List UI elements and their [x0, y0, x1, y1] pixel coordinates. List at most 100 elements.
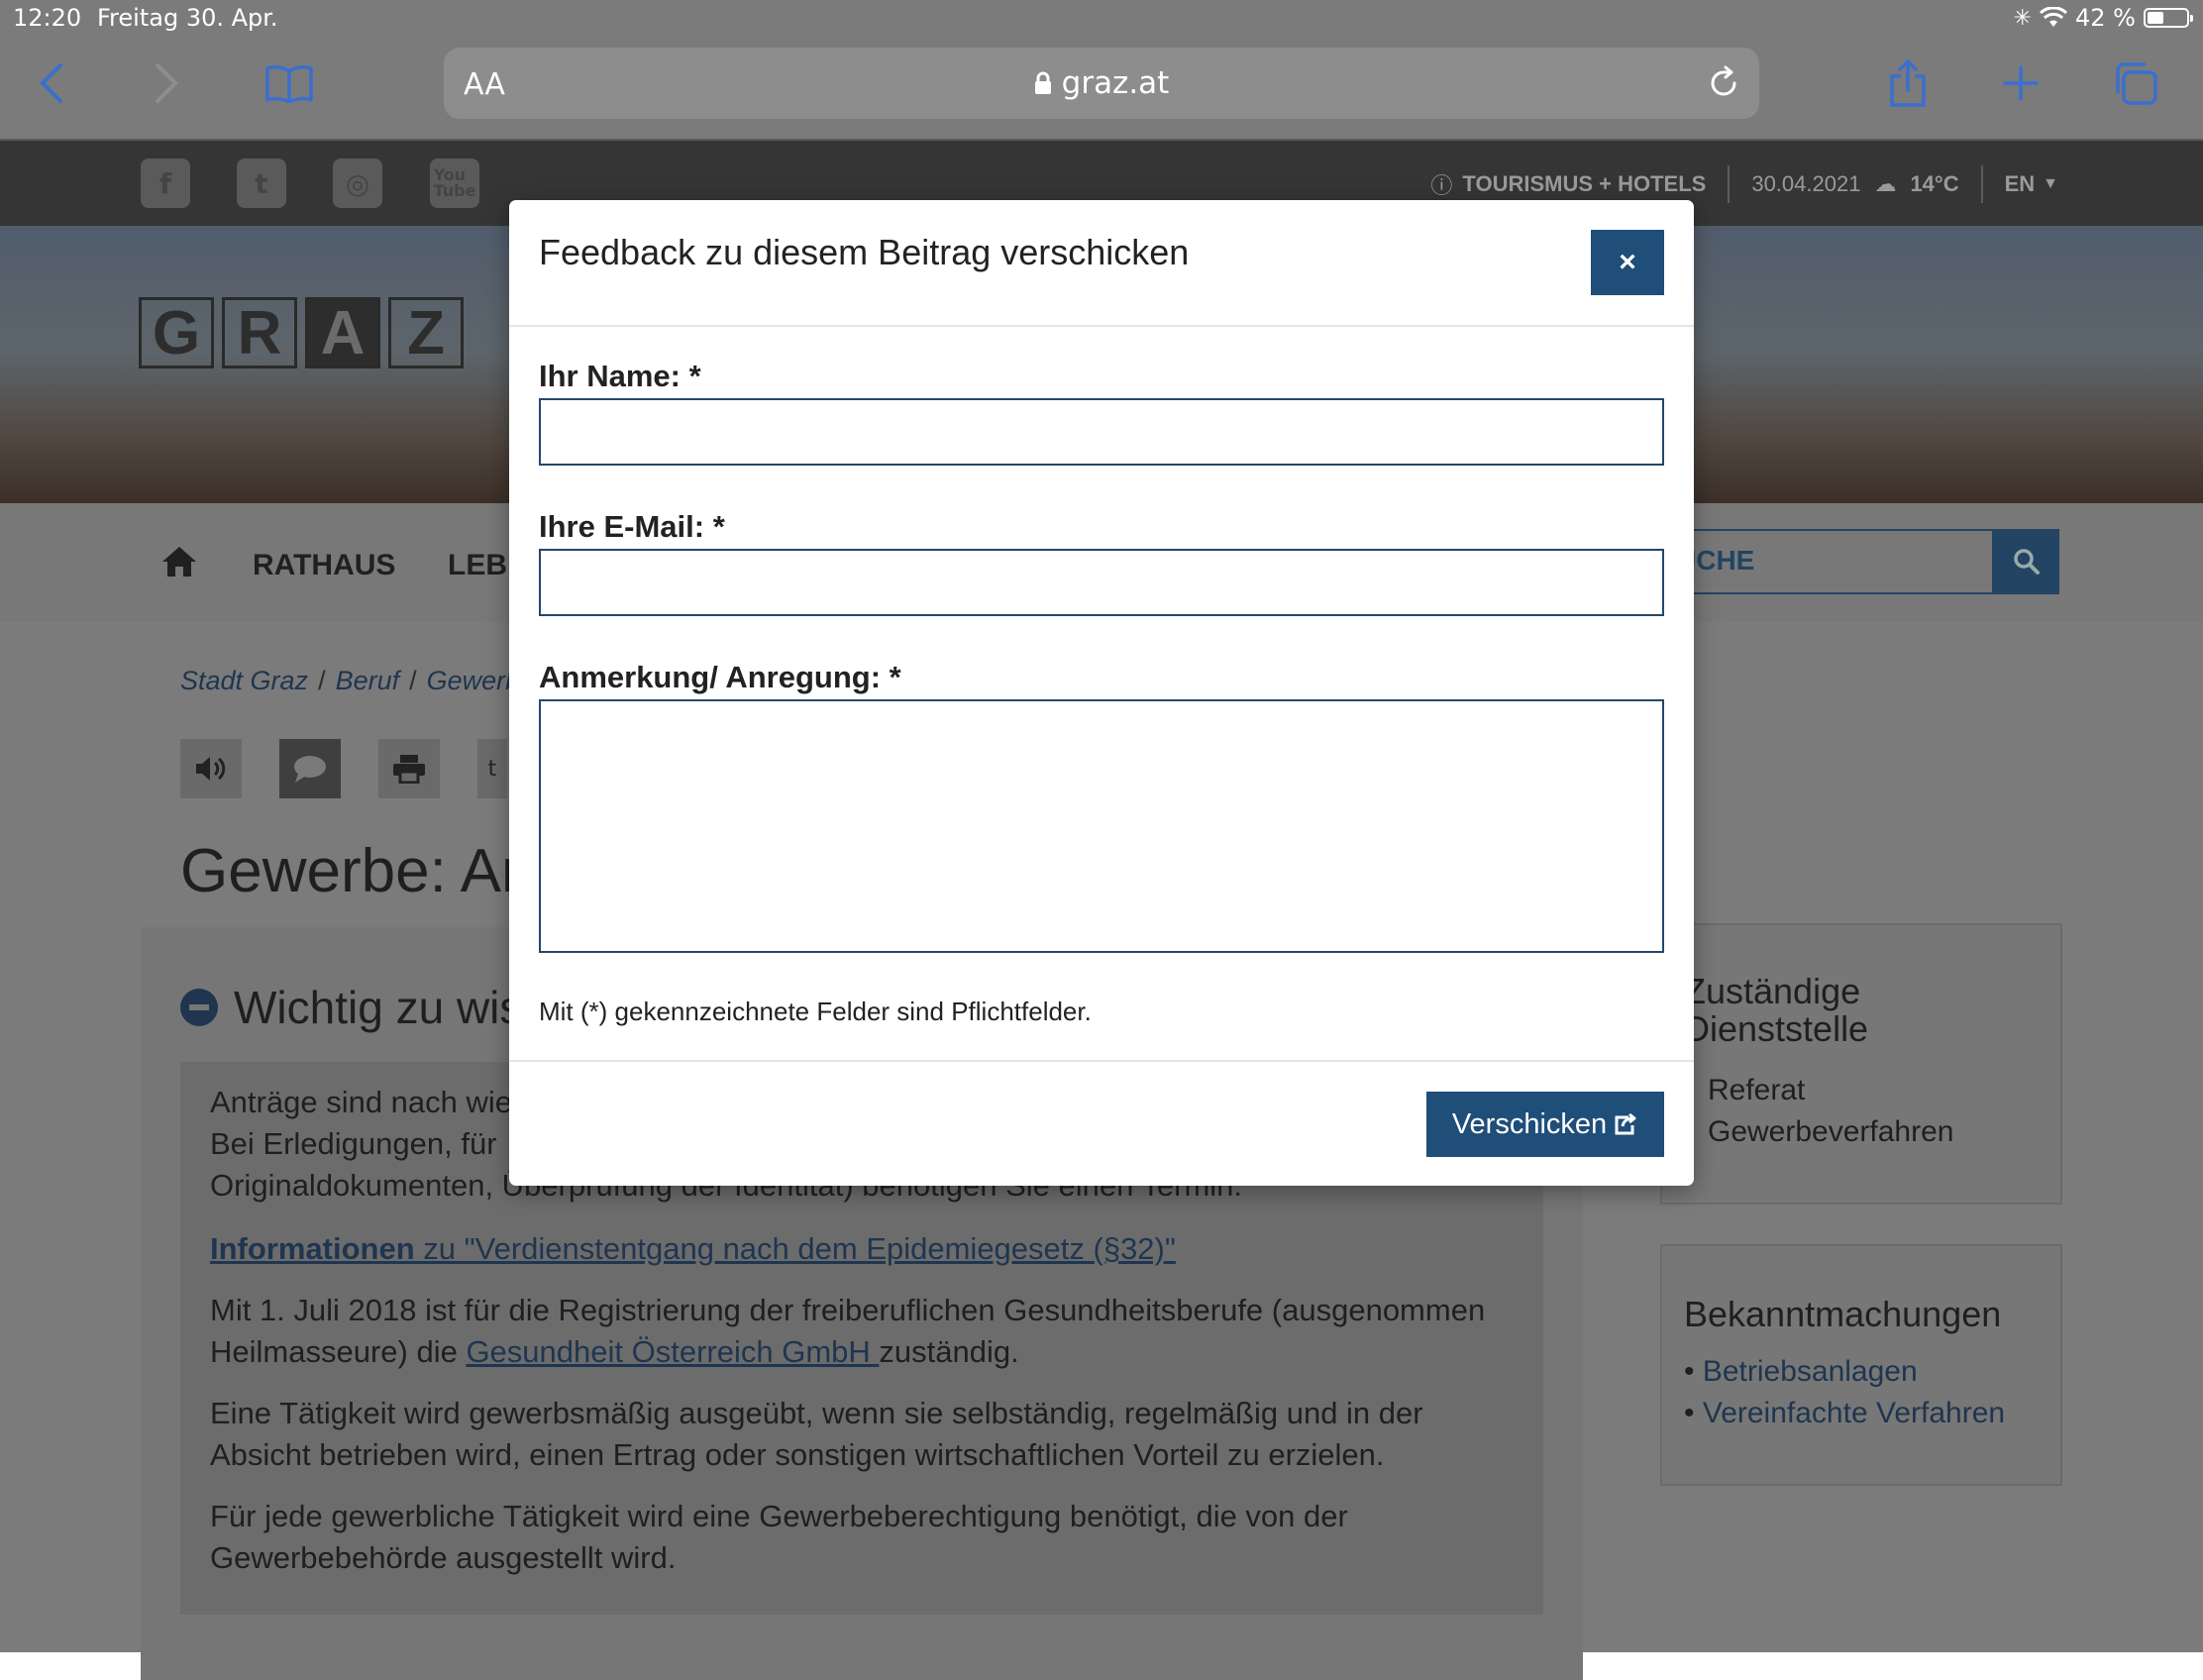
responsible-office-box: Zuständige Dienststelle Referat Gewerbever… [1660, 923, 2062, 1205]
info-link-bold: Informationen [210, 1231, 415, 1266]
close-button[interactable]: × [1591, 230, 1664, 295]
comment-label: Anmerkung/ Anregung: * [539, 660, 901, 694]
paragraph: Eine Tätigkeit wird gewerbsmäßig ausgeüb… [210, 1396, 1423, 1472]
feedback-modal: Feedback zu diesem Beitrag verschicken ×… [509, 200, 1694, 1186]
battery-icon [2144, 8, 2193, 28]
temperature: 14°C [1910, 171, 1959, 196]
sidebox-title: Zuständige Dienststelle [1684, 973, 1868, 1048]
logo-letter: A [305, 297, 380, 368]
twitter-icon: t [487, 756, 497, 782]
url-host: graz.at [444, 65, 1759, 101]
submit-label: Verschicken [1451, 1107, 1608, 1140]
site-search-input[interactable]: UCHE [1664, 529, 1994, 594]
info-link-text: zu "Verdienstentgang nach dem Epidemiege… [414, 1231, 1176, 1266]
logo-letter: R [222, 297, 297, 368]
announcements-box: Bekanntmachungen • Betriebsanlagen • Ver… [1660, 1244, 2062, 1486]
lock-icon [1034, 71, 1051, 94]
facebook-icon[interactable]: f [141, 158, 190, 208]
speaker-icon [196, 757, 226, 781]
email-input[interactable] [539, 549, 1664, 616]
office-name[interactable]: Referat Gewerbeverfahren [1708, 1070, 1953, 1153]
name-input[interactable] [539, 398, 1664, 466]
sidebox-title-line: Zuständige [1684, 971, 1861, 1011]
para1-line1: Anträge sind nach wie [210, 1085, 513, 1119]
site-search-button[interactable] [1994, 529, 2059, 594]
plus-icon [2003, 65, 2039, 101]
announcement-link[interactable]: Betriebsanlagen [1703, 1355, 1918, 1388]
caret-down-icon: ▼ [2043, 175, 2058, 192]
instagram-icon[interactable]: ◎ [333, 158, 382, 208]
share-button[interactable] [1880, 59, 1936, 107]
topbar-date: 30.04.2021 [1751, 171, 1861, 196]
activity-spinner-icon: ✳ [2013, 5, 2033, 31]
external-share-icon [1615, 1113, 1636, 1135]
modal-title: Feedback zu diesem Beitrag verschicken [539, 232, 1190, 272]
status-date: Freitag 30. Apr. [97, 4, 278, 32]
clock: 12:20 [13, 4, 82, 32]
required-fields-hint: Mit (*) gekennzeichnete Felder sind Pfli… [539, 997, 1092, 1026]
youtube-icon[interactable]: You Tube [430, 158, 479, 208]
chevron-left-icon [40, 63, 62, 103]
status-indicators: ✳ 42 % [2013, 4, 2193, 32]
section-heading-text: Wichtig zu wis [234, 982, 523, 1033]
breadcrumb-link[interactable]: Stadt Graz [180, 666, 308, 696]
divider [509, 325, 1694, 327]
info-link-paragraph: Informationen zu "Verdienstentgang nach … [210, 1228, 1514, 1270]
breadcrumb-separator: / [318, 666, 326, 695]
address-bar[interactable]: AA graz.at [444, 48, 1759, 119]
search-icon [2014, 549, 2040, 575]
chevron-right-icon [156, 63, 178, 103]
home-icon[interactable] [160, 545, 198, 578]
divider [509, 1060, 1694, 1062]
page-title: Gewerbe: An [180, 837, 536, 905]
goeg-link[interactable]: Gesundheit Österreich GmbH [466, 1334, 879, 1369]
section-heading[interactable]: Wichtig zu wis [180, 981, 522, 1034]
para1-line2: Bei Erledigungen, für [210, 1126, 497, 1161]
tourism-link[interactable]: TOURISMUS + HOTELS [1462, 171, 1706, 197]
info-icon: ⓘ [1430, 173, 1453, 198]
tabs-overview-button[interactable] [2108, 59, 2163, 107]
twitter-icon[interactable]: t [237, 158, 286, 208]
office-line: Referat [1708, 1074, 1806, 1106]
sidebox-title-line: Dienststelle [1684, 1008, 1869, 1049]
graz-logo[interactable]: G R A Z [139, 297, 464, 368]
epidemic-info-link[interactable]: Informationen zu "Verdienstentgang nach … [210, 1231, 1176, 1266]
book-icon [265, 65, 313, 103]
breadcrumb-link[interactable]: Beruf [336, 666, 400, 696]
name-label: Ihr Name: * [539, 359, 701, 393]
feedback-button[interactable] [279, 739, 341, 798]
forward-button[interactable] [139, 59, 194, 107]
office-line: Gewerbeverfahren [1708, 1115, 1954, 1148]
back-button[interactable] [24, 59, 79, 107]
breadcrumb-link[interactable]: Gewerb [427, 666, 521, 696]
divider [1728, 165, 1731, 203]
breadcrumb-separator: / [409, 666, 417, 695]
reload-icon[interactable] [1706, 65, 1741, 101]
printer-icon [393, 755, 425, 784]
print-button[interactable] [378, 739, 440, 798]
submit-button[interactable]: Verschicken [1426, 1092, 1664, 1157]
collapse-icon [180, 989, 218, 1026]
new-tab-button[interactable] [1993, 59, 2048, 107]
close-icon: × [1619, 246, 1636, 278]
nav-item-rathaus[interactable]: RATHAUS [253, 549, 395, 582]
topbar-meta: ⓘ TOURISMUS + HOTELS 30.04.2021 ☁ 14°C E… [1430, 165, 2058, 203]
comment-textarea[interactable] [539, 699, 1664, 953]
breadcrumb: Stadt Graz / Beruf / Gewerb [180, 666, 520, 696]
wifi-icon [2040, 7, 2068, 27]
bookmarks-button[interactable] [262, 59, 317, 107]
language-switcher[interactable]: EN [2005, 171, 2036, 197]
paragraph: Für jede gewerbliche Tätigkeit wird eine… [210, 1499, 1348, 1575]
speech-bubble-icon [294, 756, 326, 783]
divider [1980, 165, 1983, 203]
battery-percent: 42 % [2075, 4, 2136, 32]
battery-fill [2148, 12, 2163, 24]
para2-end: zuständig. [879, 1334, 1019, 1369]
browser-toolbar: AA graz.at [0, 40, 2203, 141]
twitter-share-button[interactable]: t [477, 739, 507, 798]
read-aloud-button[interactable] [180, 739, 242, 798]
url-host-text: graz.at [1061, 65, 1170, 101]
tabs-icon [2116, 62, 2157, 105]
email-label: Ihre E-Mail: * [539, 509, 725, 544]
announcement-link[interactable]: Vereinfachte Verfahren [1703, 1397, 2005, 1429]
